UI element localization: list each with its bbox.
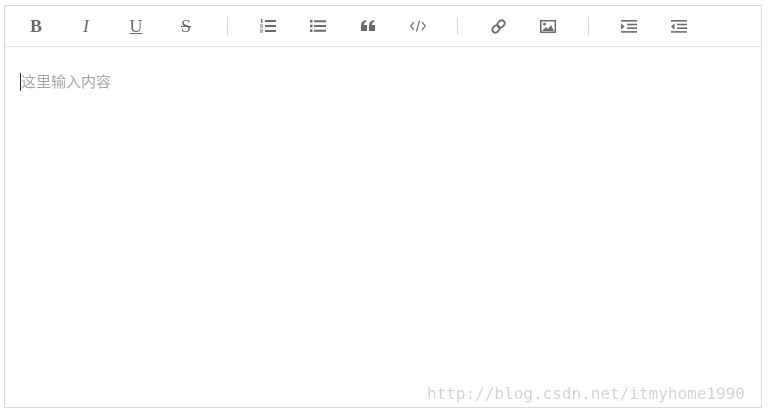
bold-icon: B: [29, 16, 42, 36]
link-button[interactable]: [486, 15, 510, 37]
toolbar-separator: [227, 17, 228, 35]
indent-button[interactable]: [617, 15, 641, 37]
underline-button[interactable]: U: [124, 15, 148, 37]
blockquote-button[interactable]: [356, 15, 380, 37]
rich-text-editor: B I U S 这里输入内容: [4, 5, 762, 408]
indent-icon: [621, 19, 637, 33]
italic-icon: I: [83, 16, 89, 36]
unordered-list-button[interactable]: [306, 15, 330, 37]
editor-toolbar: B I U S: [5, 6, 761, 47]
strikethrough-icon: S: [180, 16, 191, 36]
outdent-icon: [671, 19, 687, 33]
ordered-list-button[interactable]: [256, 15, 280, 37]
editor-placeholder: 这里输入内容: [21, 73, 112, 91]
bold-button[interactable]: B: [24, 15, 48, 37]
outdent-button[interactable]: [667, 15, 691, 37]
unordered-list-icon: [310, 20, 326, 32]
italic-button[interactable]: I: [74, 15, 98, 37]
strikethrough-button[interactable]: S: [174, 15, 198, 37]
image-button[interactable]: [536, 15, 560, 37]
ordered-list-icon: [260, 19, 276, 33]
image-icon: [540, 19, 556, 33]
link-icon: [490, 18, 506, 34]
editor-content-area[interactable]: 这里输入内容: [5, 47, 761, 407]
quote-icon: [361, 20, 375, 31]
code-icon: [410, 20, 426, 32]
code-button[interactable]: [406, 15, 430, 37]
underline-icon: U: [129, 16, 143, 36]
watermark: http://blog.csdn.net/itmyhome1990: [427, 384, 745, 403]
toolbar-separator: [457, 17, 458, 35]
toolbar-separator: [588, 17, 589, 35]
